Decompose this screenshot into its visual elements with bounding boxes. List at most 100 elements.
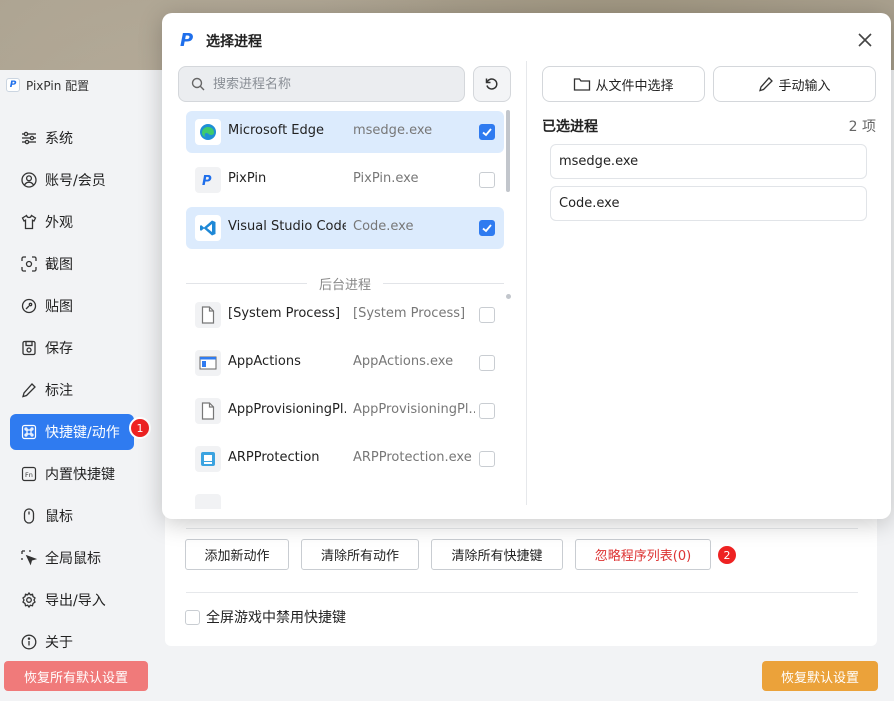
restore-defaults-button[interactable]: 恢复默认设置 — [762, 661, 878, 691]
command-icon — [20, 423, 38, 441]
process-checkbox[interactable] — [479, 307, 495, 323]
pixpin-logo-icon: P — [180, 30, 194, 51]
user-icon — [20, 171, 38, 189]
file-icon — [195, 398, 221, 424]
sidebar-item-screenshot[interactable]: 截图 — [10, 246, 134, 282]
process-row[interactable]: AppProvisioningPl... AppProvisioningPl..… — [186, 390, 504, 432]
shirt-icon — [20, 213, 38, 231]
sidebar-item-label: 导出/导入 — [45, 593, 106, 609]
process-checkbox[interactable] — [479, 403, 495, 419]
process-list: Microsoft Edge msedge.exe P PixPin PixPi… — [178, 109, 512, 509]
manual-input-button[interactable]: 手动输入 — [713, 66, 876, 102]
screenshot-icon — [20, 255, 38, 273]
process-checkbox[interactable] — [479, 172, 495, 188]
sidebar: 系统 账号/会员 外观 截图 贴图 保存 标注 快捷键/动作 1 Fn 内置快捷… — [0, 100, 152, 701]
hotkeys-annotation-badge: 1 — [129, 417, 151, 439]
selected-process-item[interactable]: msedge.exe — [550, 144, 867, 179]
process-row[interactable]: Visual Studio Code Code.exe — [186, 207, 504, 249]
ignore-program-list-button[interactable]: 忽略程序列表(0) — [575, 539, 711, 570]
process-exe: PixPin.exe — [353, 171, 419, 186]
list-scrollbar-indicator — [506, 294, 511, 299]
window-title: PixPin 配置 — [26, 78, 90, 93]
fullscreen-disable-checkbox[interactable] — [185, 609, 200, 625]
sidebar-item-hotkeys-actions[interactable]: 快捷键/动作 — [10, 414, 134, 450]
process-exe: [System Process] — [353, 306, 466, 321]
sidebar-item-export-import[interactable]: 导出/导入 — [10, 582, 134, 618]
process-name: [System Process] — [228, 306, 341, 321]
close-icon[interactable] — [854, 29, 876, 51]
process-row[interactable]: ARPProtection ARPProtection.exe — [186, 438, 504, 480]
process-search-input[interactable] — [213, 76, 443, 92]
restore-all-defaults-button[interactable]: 恢复所有默认设置 — [4, 661, 148, 691]
process-checkbox[interactable] — [479, 451, 495, 467]
refresh-button[interactable] — [473, 66, 511, 102]
gear-icon — [20, 591, 38, 609]
dialog-title: 选择进程 — [206, 34, 262, 50]
process-row-partial[interactable] — [186, 486, 504, 509]
pen-icon — [20, 381, 38, 399]
process-checkbox[interactable] — [479, 355, 495, 371]
sidebar-item-label: 标注 — [45, 383, 73, 399]
process-name: Microsoft Edge — [228, 123, 325, 138]
sidebar-item-appearance[interactable]: 外观 — [10, 204, 134, 240]
process-exe: msedge.exe — [353, 123, 433, 138]
svg-text:Fn: Fn — [25, 471, 33, 479]
clear-actions-button[interactable]: 清除所有动作 — [301, 539, 419, 570]
sidebar-item-label: 全局鼠标 — [45, 551, 101, 567]
process-name: Visual Studio Code — [228, 219, 346, 234]
process-checkbox[interactable] — [479, 124, 495, 140]
fn-key-icon: Fn — [20, 465, 38, 483]
checkmark-icon — [482, 224, 492, 233]
clear-hotkeys-button[interactable]: 清除所有快捷键 — [431, 539, 563, 570]
divider — [186, 592, 858, 593]
background-section-label: 后台进程 — [319, 277, 372, 293]
process-exe: AppProvisioningPl... — [353, 402, 475, 417]
svg-text:P: P — [202, 174, 212, 189]
sidebar-item-system[interactable]: 系统 — [10, 120, 134, 156]
process-row[interactable]: AppActions AppActions.exe — [186, 342, 504, 384]
selected-process-item[interactable]: Code.exe — [550, 186, 867, 221]
sidebar-item-save[interactable]: 保存 — [10, 330, 134, 366]
checkmark-icon — [482, 128, 492, 137]
process-name: PixPin — [228, 171, 267, 186]
pixpin-icon: P — [195, 167, 221, 193]
sidebar-item-label: 截图 — [45, 257, 73, 273]
add-action-button[interactable]: 添加新动作 — [185, 539, 289, 570]
divider — [186, 528, 858, 529]
file-icon — [195, 302, 221, 328]
sidebar-item-builtin-hotkeys[interactable]: Fn 内置快捷键 — [10, 456, 134, 492]
sidebar-item-mouse[interactable]: 鼠标 — [10, 498, 134, 534]
process-row[interactable]: [System Process] [System Process] — [186, 294, 504, 336]
sidebar-item-about[interactable]: 关于 — [10, 624, 134, 660]
selected-processes-count: 2 项 — [848, 119, 876, 135]
process-name: ARPProtection — [228, 450, 320, 465]
fullscreen-disable-label: 全屏游戏中禁用快捷键 — [206, 610, 346, 626]
process-exe: AppActions.exe — [353, 354, 454, 369]
fullscreen-disable-row: 全屏游戏中禁用快捷键 — [185, 607, 346, 627]
pin-icon — [20, 297, 38, 315]
app-logo-icon: P — [6, 78, 20, 92]
sidebar-item-pin[interactable]: 贴图 — [10, 288, 134, 324]
select-from-file-label: 从文件中选择 — [595, 78, 674, 94]
process-exe: Code.exe — [353, 219, 414, 234]
select-from-file-button[interactable]: 从文件中选择 — [542, 66, 705, 102]
process-name: AppActions — [228, 354, 301, 369]
process-checkbox[interactable] — [479, 220, 495, 236]
sidebar-item-label: 关于 — [45, 635, 73, 651]
select-process-dialog: P 选择进程 Microsoft Edge msedge.exe P PixPi… — [162, 13, 891, 519]
process-row[interactable]: P PixPin PixPin.exe — [186, 159, 504, 201]
sidebar-item-global-mouse[interactable]: 全局鼠标 — [10, 540, 134, 576]
sidebar-item-account[interactable]: 账号/会员 — [10, 162, 134, 198]
sidebar-item-label: 外观 — [45, 215, 73, 231]
sliders-icon — [20, 129, 38, 147]
process-row[interactable]: Microsoft Edge msedge.exe — [186, 111, 504, 153]
app-window-icon — [195, 494, 221, 509]
list-scrollbar-thumb[interactable] — [506, 110, 510, 192]
selected-processes-title: 已选进程 — [542, 119, 598, 135]
search-icon — [191, 77, 205, 91]
arp-icon — [195, 446, 221, 472]
sidebar-item-annotate[interactable]: 标注 — [10, 372, 134, 408]
sidebar-item-label: 内置快捷键 — [45, 467, 115, 483]
edge-icon — [195, 119, 221, 145]
process-search-box[interactable] — [178, 66, 465, 102]
